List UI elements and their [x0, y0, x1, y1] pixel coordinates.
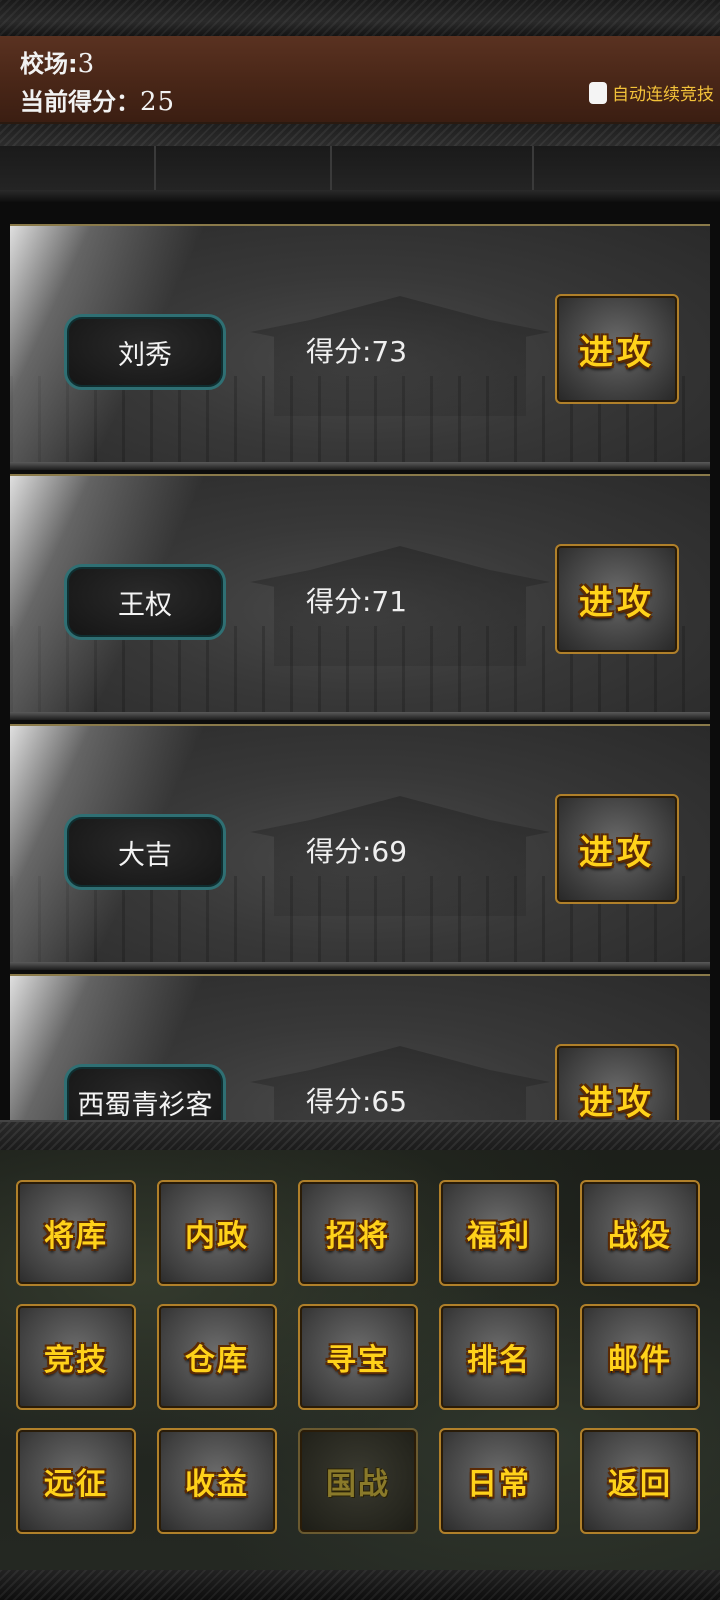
tab-divider [330, 146, 332, 190]
header-ornament-band [0, 124, 720, 146]
opponent-card: 王权 得分:71 进攻 [10, 474, 710, 720]
auto-compete-checkbox[interactable] [589, 81, 607, 104]
menu-button-national-war[interactable]: 国战 [298, 1428, 418, 1534]
opponent-score: 得分:69 [306, 835, 408, 868]
opponent-name: 大吉 [64, 814, 226, 890]
menu-button-daily[interactable]: 日常 [439, 1428, 559, 1534]
menu-button-campaign[interactable]: 战役 [580, 1180, 700, 1286]
current-score-label: 当前得分： [20, 88, 140, 116]
opponent-card: 大吉 得分:69 进攻 [10, 724, 710, 970]
attack-button[interactable]: 进攻 [555, 794, 679, 904]
opponent-score: 得分:71 [306, 585, 408, 618]
menu-button-expedition[interactable]: 远征 [16, 1428, 136, 1534]
main-menu-panel: 将库 内政 招将 福利 战役 竞技 仓库 寻宝 排名 邮件 远征 收益 国战 日… [0, 1150, 720, 1570]
auto-compete-toggle[interactable]: 自动连续竞技 [589, 80, 714, 105]
menu-button-treasure-hunt[interactable]: 寻宝 [298, 1304, 418, 1410]
tab-strip [0, 146, 720, 190]
tab-strip-shadow [0, 190, 720, 202]
arena-label: 校场: [20, 50, 78, 78]
menu-button-welfare[interactable]: 福利 [439, 1180, 559, 1286]
opponent-name: 刘秀 [64, 314, 226, 390]
current-score: 当前得分：25 [20, 82, 175, 117]
opponent-card: 西蜀青衫客 得分:65 进攻 [10, 974, 710, 1120]
arena-header: 校场:3 当前得分：25 自动连续竞技 [0, 36, 720, 124]
menu-button-back[interactable]: 返回 [580, 1428, 700, 1534]
menu-button-ranking[interactable]: 排名 [439, 1304, 559, 1410]
opponent-list[interactable]: 刘秀 得分:73 进攻 王权 得分:71 进攻 大吉 得分:69 进攻 西蜀青衫… [10, 224, 710, 1120]
menu-button-general-storage[interactable]: 将库 [16, 1180, 136, 1286]
bottom-ornament-band [0, 1570, 720, 1600]
top-ornament-band [0, 0, 720, 38]
attack-button[interactable]: 进攻 [555, 294, 679, 404]
arena-value: 3 [77, 49, 96, 79]
opponent-score: 得分:73 [306, 335, 408, 368]
opponent-name: 西蜀青衫客 [64, 1064, 226, 1120]
menu-button-recruit-general[interactable]: 招将 [298, 1180, 418, 1286]
menu-button-warehouse[interactable]: 仓库 [157, 1304, 277, 1410]
current-score-value: 25 [140, 87, 176, 117]
attack-button[interactable]: 进攻 [555, 1044, 679, 1120]
auto-compete-label: 自动连续竞技 [612, 85, 714, 105]
tab-divider [154, 146, 156, 190]
menu-ornament-band [0, 1120, 720, 1152]
menu-button-mail[interactable]: 邮件 [580, 1304, 700, 1410]
opponent-score: 得分:65 [306, 1085, 408, 1118]
opponent-card: 刘秀 得分:73 进攻 [10, 224, 710, 470]
menu-button-arena[interactable]: 竞技 [16, 1304, 136, 1410]
opponent-name: 王权 [64, 564, 226, 640]
menu-button-income[interactable]: 收益 [157, 1428, 277, 1534]
arena-level: 校场:3 [20, 44, 95, 79]
attack-button[interactable]: 进攻 [555, 544, 679, 654]
menu-button-domestic-affairs[interactable]: 内政 [157, 1180, 277, 1286]
tab-divider [532, 146, 534, 190]
